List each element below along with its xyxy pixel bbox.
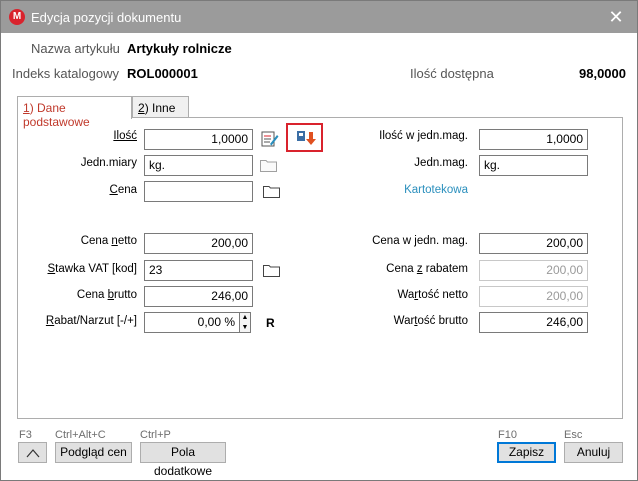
vat-rate-input[interactable]: 23 (144, 260, 253, 281)
gross-value-input[interactable]: 246,00 (479, 312, 588, 333)
net-value-label: Wartość netto (397, 289, 468, 301)
qty-input[interactable]: 1,0000 (144, 129, 253, 150)
collapse-button[interactable] (18, 442, 47, 463)
warehouse-unit-input[interactable]: kg. (479, 155, 588, 176)
folder-icon[interactable] (263, 264, 280, 277)
unit-price-input[interactable]: 200,00 (479, 233, 588, 254)
price-preview-button[interactable]: Podgląd cen (55, 442, 132, 463)
discount-spinner[interactable]: ▲ ▼ (240, 312, 251, 333)
article-name-value: Artykuły rolnicze (127, 41, 232, 56)
net-price-input[interactable]: 200,00 (144, 233, 253, 254)
gross-price-label: Cena brutto (76, 289, 137, 301)
stock-button-highlight[interactable] (286, 123, 323, 152)
discount-mode-toggle[interactable]: R (266, 316, 275, 330)
discounted-price-input: 200,00 (479, 260, 588, 281)
price-label: Cena (109, 184, 138, 196)
discounted-price-label: Cena z rabatem (386, 263, 468, 275)
qty-unit-input[interactable]: 1,0000 (479, 129, 588, 150)
spin-down-icon[interactable]: ▼ (240, 323, 250, 333)
unit-price-label: Cena w jedn. mag. (372, 235, 468, 247)
extra-fields-hotkey: Ctrl+P (140, 429, 171, 441)
cancel-button[interactable]: Anuluj (564, 442, 623, 463)
window-title: Edycja pozycji dokumentu (31, 10, 182, 25)
vat-rate-label: Stawka VAT [kod] (47, 263, 138, 275)
extra-fields-button[interactable]: Pola dodatkowe (140, 442, 226, 478)
folder-icon[interactable] (263, 185, 280, 198)
folder-icon[interactable] (260, 159, 277, 172)
f3-hotkey: F3 (19, 429, 32, 441)
article-name-label: Nazwa artykułu (31, 41, 120, 56)
gross-price-input[interactable]: 246,00 (144, 286, 253, 307)
gross-value-label: Wartość brutto (393, 315, 468, 327)
edit-list-icon[interactable] (261, 130, 279, 148)
preview-hotkey: Ctrl+Alt+C (55, 429, 106, 441)
tab-other[interactable]: 2) Inne (132, 96, 189, 118)
tab-basic-data[interactable]: 1) Dane podstawowe (17, 96, 132, 129)
dialog-window: M Edycja pozycji dokumentu ✕ Nazwa artyk… (0, 0, 638, 481)
tab-panel: Ilość 1,0000 Jedn.miary kg. Cena Cena ne… (17, 117, 623, 419)
title-bar: M Edycja pozycji dokumentu ✕ (1, 1, 637, 33)
save-button[interactable]: Zapisz (497, 442, 556, 463)
catalog-index-label: Indeks katalogowy (12, 66, 119, 81)
net-value-input: 200,00 (479, 286, 588, 307)
save-hotkey: F10 (498, 429, 517, 441)
discount-label: Rabat/Narzut [-/+] (45, 315, 137, 327)
qty-label: Ilość (113, 130, 137, 142)
net-price-label: Cena netto (80, 235, 137, 247)
price-input[interactable] (144, 181, 253, 202)
catalog-index-value: ROL000001 (127, 66, 198, 81)
qty-unit-label: Ilość w jedn.mag. (379, 130, 468, 142)
tab-other-label: ) Inne (144, 101, 176, 115)
stock-arrow-icon (297, 131, 316, 145)
unit-label: Jedn.miary (80, 157, 137, 169)
unit-input[interactable]: kg. (144, 155, 253, 176)
warehouse-unit-label: Jedn.mag. (414, 157, 468, 169)
cancel-hotkey: Esc (564, 429, 583, 441)
price-source-link[interactable]: Kartotekowa (404, 184, 468, 196)
available-qty-value: 98,0000 (579, 66, 626, 81)
close-button[interactable]: ✕ (605, 6, 627, 28)
chevron-up-icon (26, 449, 39, 458)
tab-other-key: 2 (138, 101, 145, 115)
available-qty-label: Ilość dostępna (410, 66, 494, 81)
app-logo-icon: M (9, 9, 25, 25)
spin-up-icon[interactable]: ▲ (240, 313, 250, 323)
tab-basic-label: ) Dane podstawowe (23, 101, 90, 129)
tab-basic-key: 1 (23, 101, 30, 115)
discount-input[interactable]: 0,00 % (144, 312, 240, 333)
